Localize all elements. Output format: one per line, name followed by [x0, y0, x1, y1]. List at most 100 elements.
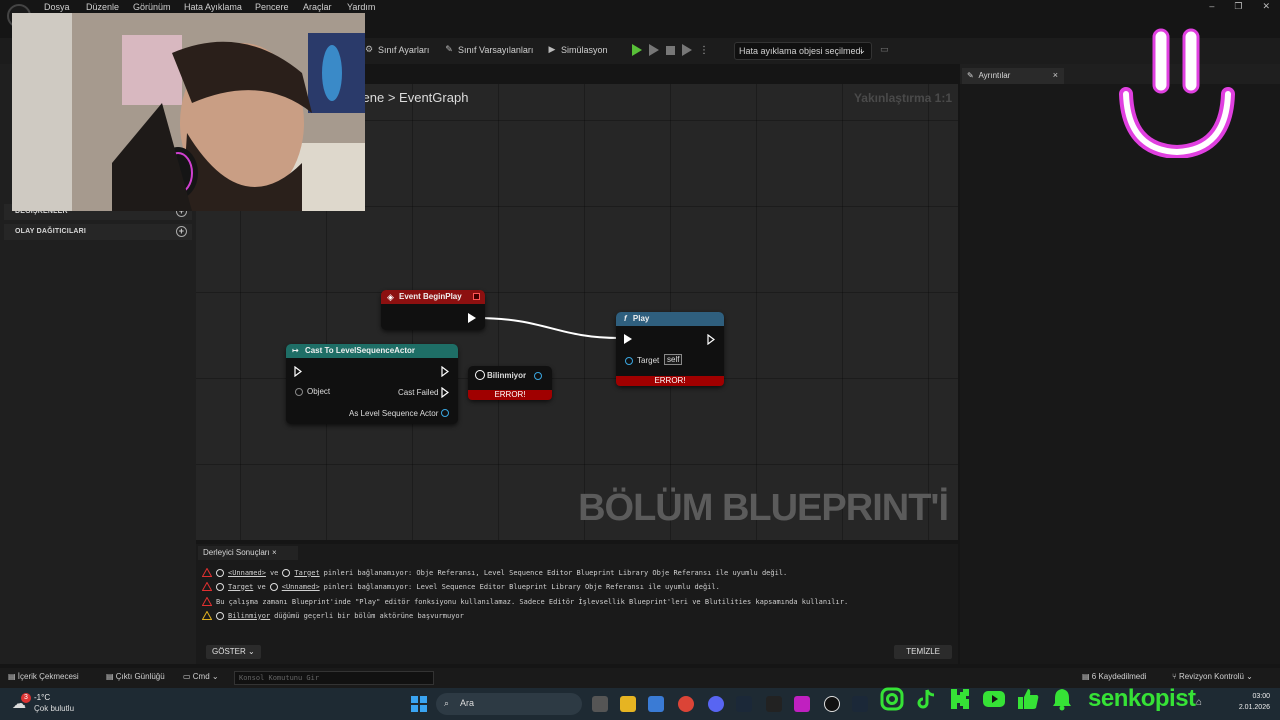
chevron-down-icon: ⌄ — [248, 647, 255, 656]
chevron-down-icon: ⌄ — [858, 45, 866, 55]
youtube-icon — [983, 691, 1005, 707]
as-actor-pin[interactable] — [441, 409, 449, 417]
exec-out-pin[interactable] — [468, 313, 476, 323]
stop-icon[interactable] — [666, 45, 675, 55]
webcam-overlay — [12, 13, 365, 211]
taskbar-time[interactable]: 03:00 — [1232, 693, 1270, 700]
task-view-icon[interactable] — [592, 696, 608, 712]
close-tab-icon[interactable]: × — [272, 548, 277, 557]
taskbar-search[interactable]: ⌕ Ara — [436, 693, 582, 715]
details-tab[interactable]: ✎ Ayrıntılar × — [962, 68, 1064, 84]
message-text: düğümü geçerli bir bölüm aktörüne başvur… — [274, 611, 464, 620]
revision-control-button[interactable]: ⑂ Revizyon Kontrolü ⌄ — [1172, 672, 1253, 681]
details-tab-label: Ayrıntılar — [978, 71, 1011, 80]
menu-tools[interactable]: Araçlar — [303, 2, 332, 12]
discord-icon[interactable] — [708, 696, 724, 712]
menu-debug[interactable]: Hata Ayıklama — [184, 2, 242, 12]
class-settings-label: Sınıf Ayarları — [378, 44, 430, 55]
more-options-icon[interactable]: ⋮ — [699, 45, 709, 56]
search-icon — [216, 582, 224, 591]
windows-start-icon[interactable] — [411, 696, 427, 712]
cmd-dropdown[interactable]: ▭ Cmd ⌄ — [183, 672, 219, 681]
node-error-banner: ERROR! — [616, 376, 724, 386]
store-icon[interactable] — [648, 696, 664, 712]
window-controls: – ❐ ✕ — [1209, 1, 1270, 12]
class-defaults-button[interactable]: ✎ Sınıf Varsayılanları — [444, 44, 533, 55]
close-tab-icon[interactable]: × — [1053, 70, 1058, 80]
message-text: Bu çalışma zamanı Blueprint'inde "Play" … — [216, 597, 849, 606]
message-link[interactable]: Target — [228, 583, 253, 591]
output-pin[interactable] — [534, 372, 542, 380]
menu-file[interactable]: Dosya — [44, 2, 70, 12]
menu-window[interactable]: Pencere — [255, 2, 289, 12]
target-pin-label: Target — [637, 356, 660, 365]
unknown-node[interactable]: Bilinmiyor ERROR! — [468, 366, 552, 400]
chrome-icon[interactable] — [678, 696, 694, 712]
menu-help[interactable]: Yardım — [347, 2, 375, 12]
restore-icon[interactable]: ❐ — [1234, 1, 1242, 12]
show-button[interactable]: GÖSTER ⌄ — [206, 645, 261, 659]
target-default-value[interactable]: self — [664, 354, 683, 365]
event-dispatchers-section[interactable]: OLAY DAĞITICILARI + — [4, 224, 192, 240]
cmd-label: Cmd — [192, 672, 210, 681]
message-link[interactable]: <Unnamed> — [282, 583, 320, 591]
search-label: Ara — [460, 698, 475, 708]
cast-to-level-sequence-actor-node[interactable]: ↦ Cast To LevelSequenceActor Object Cast… — [286, 344, 458, 424]
advance-icon[interactable] — [682, 44, 692, 56]
taskbar-date[interactable]: 2.01.2026 — [1224, 704, 1270, 711]
class-settings-button[interactable]: ⚙ Sınıf Ayarları — [364, 44, 429, 55]
steam-icon[interactable] — [852, 696, 868, 712]
cast-icon: ↦ — [292, 346, 299, 355]
exec-out-pin[interactable] — [441, 366, 450, 377]
unreal-engine-icon[interactable] — [824, 696, 840, 712]
gear-icon: ⚙ — [364, 44, 374, 54]
message-link[interactable]: Bilinmiyor — [228, 612, 270, 620]
exec-in-pin[interactable] — [294, 366, 303, 377]
search-icon — [269, 582, 278, 591]
steam-icon[interactable] — [736, 696, 752, 712]
content-drawer-button[interactable]: ▤ İçerik Çekmecesi — [8, 672, 79, 681]
compiler-results-tab[interactable]: Derleyici Sonuçları × — [198, 546, 298, 560]
exec-in-pin[interactable] — [624, 334, 632, 344]
app-icon[interactable] — [794, 696, 810, 712]
as-actor-label: As Level Sequence Actor — [349, 409, 439, 418]
cast-failed-pin[interactable] — [441, 387, 450, 398]
folder-icon[interactable]: ▭ — [880, 44, 889, 55]
debug-object-dropdown[interactable]: Hata ayıklama objesi seçilmedi ⌄ — [734, 42, 872, 60]
compiler-message: Bu çalışma zamanı Blueprint'inde "Play" … — [202, 597, 848, 606]
unknown-circle-icon — [475, 370, 485, 380]
details-body — [960, 84, 1280, 664]
compiler-message: Bilinmiyor düğümü geçerli bir bölüm aktö… — [202, 611, 464, 620]
message-link[interactable]: Target — [294, 569, 319, 577]
add-dispatcher-icon[interactable]: + — [176, 226, 187, 237]
exec-out-pin[interactable] — [707, 334, 716, 345]
close-icon[interactable]: ✕ — [1262, 1, 1270, 12]
node-title: Bilinmiyor — [487, 371, 527, 380]
message-text: ve — [257, 582, 266, 591]
delegate-pin-icon[interactable] — [473, 293, 480, 300]
file-explorer-icon[interactable] — [620, 696, 636, 712]
social-overlay: senkopist — [880, 684, 1196, 714]
step-icon[interactable] — [649, 44, 659, 56]
tiktok-icon — [917, 689, 935, 709]
menu-view[interactable]: Görünüm — [133, 2, 171, 12]
play-icon[interactable] — [632, 44, 642, 56]
menu-edit[interactable]: Düzenle — [86, 2, 119, 12]
output-log-button[interactable]: ▤ Çıktı Günlüğü — [106, 672, 165, 681]
unsaved-button[interactable]: ▤ 6 Kaydedilmedi — [1082, 672, 1146, 681]
minimize-icon[interactable]: – — [1209, 1, 1214, 12]
play-function-node[interactable]: f Play Target self ERROR! — [616, 312, 724, 386]
warning-icon — [202, 611, 212, 620]
message-text: pinleri bağlanamıyor: Obje Referansı, Le… — [323, 568, 788, 577]
clear-button[interactable]: TEMİZLE — [894, 645, 952, 659]
event-beginplay-node[interactable]: Event BeginPlay ◈ — [381, 290, 485, 330]
message-link[interactable]: <Unnamed> — [228, 569, 266, 577]
network-icon[interactable]: ⌂ — [1196, 697, 1202, 708]
object-pin[interactable] — [295, 388, 303, 396]
epic-games-icon[interactable] — [766, 696, 782, 712]
weather-badge: 3 — [21, 693, 31, 703]
target-pin[interactable] — [625, 357, 633, 365]
node-title: Event BeginPlay — [399, 292, 462, 301]
simulation-button[interactable]: ▶ Simülasyon — [547, 44, 608, 55]
console-input[interactable]: Konsol Komutunu Gir — [234, 671, 434, 685]
